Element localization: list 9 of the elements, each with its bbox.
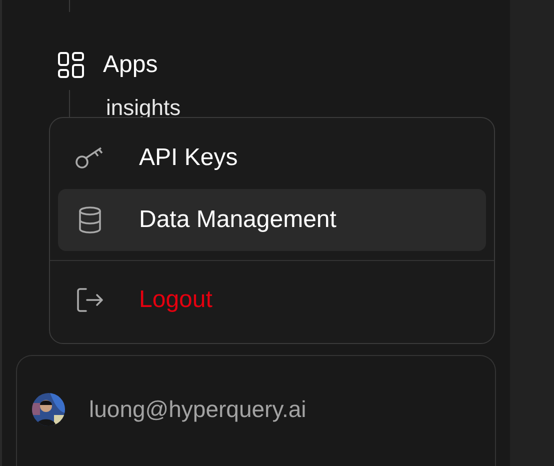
nav-item[interactable]: Apps — [103, 51, 158, 79]
logout-menu-item[interactable]: Logout — [58, 269, 486, 331]
logout-icon — [75, 287, 105, 313]
key-icon — [75, 146, 105, 170]
menu-item[interactable]: API Keys — [58, 127, 486, 189]
apps-icon — [57, 51, 85, 79]
avatar — [32, 393, 65, 426]
user-email: luong@hyperquery.ai — [89, 396, 306, 423]
menu-item[interactable]: Data Management — [58, 189, 486, 251]
